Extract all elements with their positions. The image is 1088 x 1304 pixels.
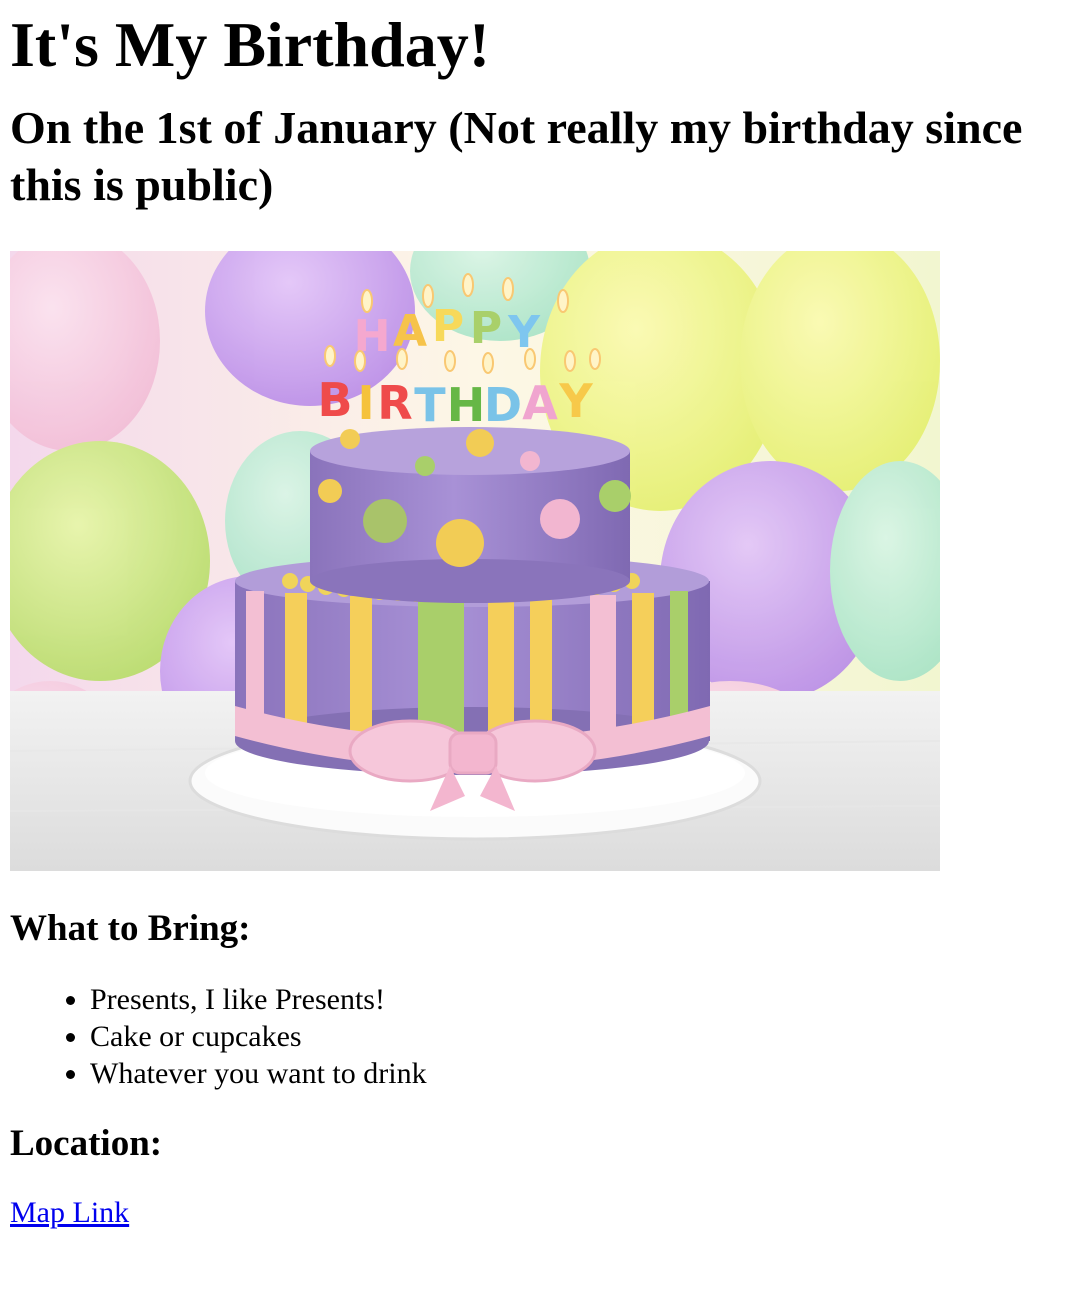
svg-text:R: R <box>377 376 412 430</box>
svg-text:A: A <box>393 306 427 357</box>
what-to-bring-heading: What to Bring: <box>10 907 251 949</box>
svg-text:Y: Y <box>558 374 593 428</box>
page-title: It's My Birthday! <box>10 9 490 80</box>
map-link[interactable]: Map Link <box>10 1196 129 1230</box>
svg-text:Y: Y <box>507 307 541 358</box>
list-item: Cake or cupcakes <box>90 1018 1078 1055</box>
svg-text:T: T <box>414 378 446 432</box>
svg-text:B: B <box>317 373 352 427</box>
list-item: Presents, I like Presents! <box>90 981 1078 1018</box>
svg-text:D: D <box>484 378 522 432</box>
location-heading: Location: <box>10 1123 163 1164</box>
svg-text:P: P <box>432 301 464 352</box>
svg-text:A: A <box>522 376 558 430</box>
page-subtitle: On the 1st of January (Not really my bir… <box>10 102 1023 210</box>
page-content: It's My Birthday! On the 1st of January … <box>0 0 1088 1230</box>
birthday-cake-image: H A P P Y B I R T H D A Y <box>10 250 940 871</box>
list-item: Whatever you want to drink <box>90 1055 1078 1092</box>
svg-text:H: H <box>447 378 486 432</box>
svg-text:I: I <box>357 376 374 430</box>
svg-text:P: P <box>470 303 502 354</box>
what-to-bring-list: Presents, I like Presents! Cake or cupca… <box>10 981 1078 1092</box>
